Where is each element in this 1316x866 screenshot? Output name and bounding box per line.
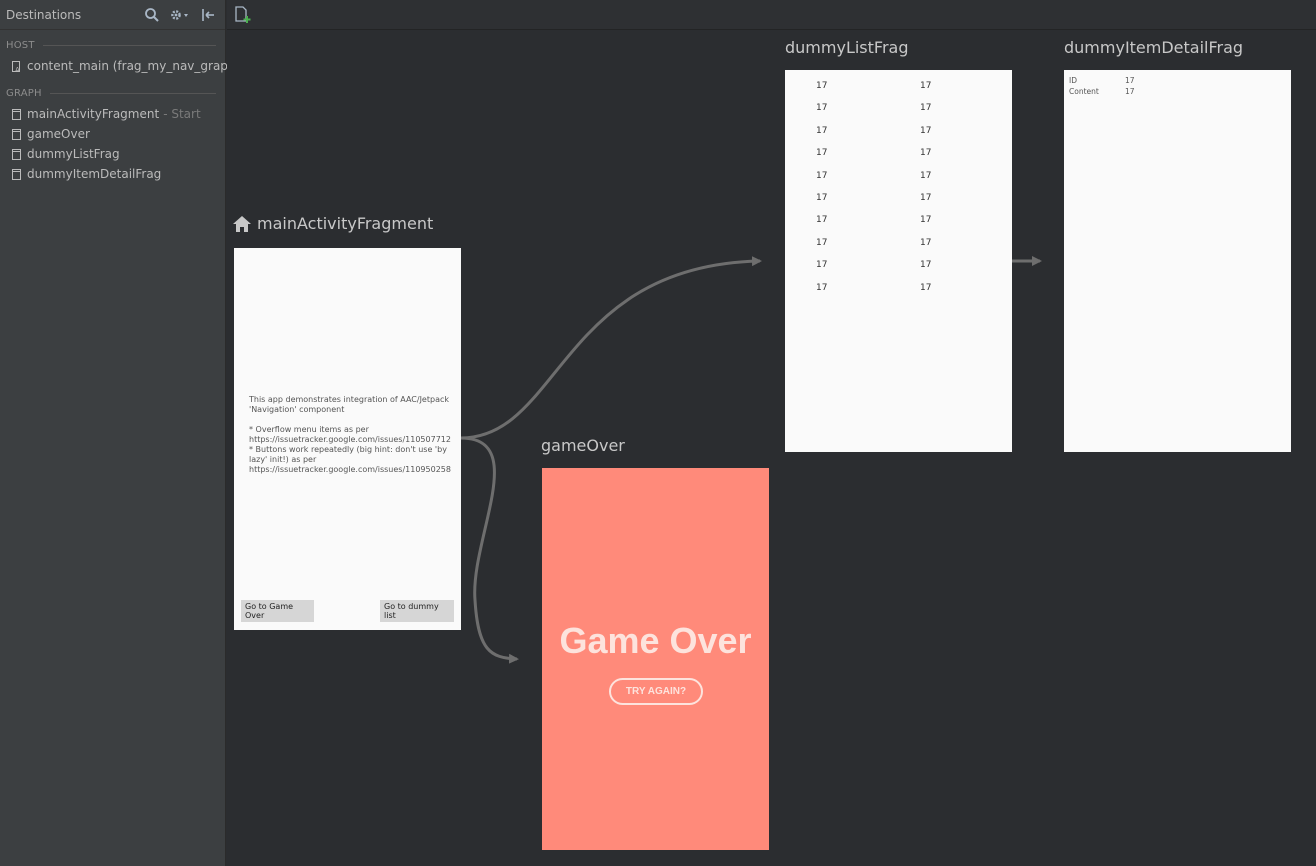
host-item[interactable]: A content_main (frag_my_nav_graph) [0,56,240,76]
list-item-content: 17 [920,260,932,271]
list-item-id: 17 [816,193,828,203]
search-icon[interactable] [143,6,161,24]
section-divider [49,92,216,94]
sidebar-item-dummyitemdetailfrag[interactable]: dummyItemDetailFrag [0,164,225,184]
list-item-id: 17 [816,282,828,293]
destination-title-label: dummyListFrag [785,38,909,57]
list-item-id: 17 [816,125,828,136]
sidebar-item-gameover[interactable]: gameOver [0,124,225,144]
list-item-content: 17 [920,215,932,226]
intro-text: This app demonstrates integration of AAC… [249,395,451,474]
list-item-content: 17 [920,237,932,248]
list-item[interactable]: 17 17 [785,137,1012,159]
fragment-icon [12,108,21,120]
host-section: HOST [0,38,225,52]
sidebar-item-dummylistfrag[interactable]: dummyListFrag [0,144,225,164]
list-item-content: 17 [920,148,932,159]
sidebar-item-label: gameOver [27,127,90,141]
list-item-content: 17 [920,193,932,203]
list-item[interactable]: 17 17 [785,182,1012,204]
list-item[interactable]: 17 17 [785,70,1012,92]
list-item[interactable]: 17 17 [785,204,1012,226]
list-item-content: 17 [920,282,932,293]
go-to-game-over-button[interactable]: Go to Game Over [241,600,314,622]
layout-icon: A [12,60,21,74]
graph-section-label: GRAPH [6,87,42,99]
list-item-content: 17 [920,125,932,136]
home-icon [232,215,252,233]
destinations-header: Destinations [0,0,225,30]
host-item-label: content_main (frag_my_nav_graph) [27,59,241,73]
sidebar-item-mainactivityfragment[interactable]: mainActivityFragment - Start [0,104,225,124]
new-destination-icon[interactable] [234,6,252,24]
detail-id-value: 17 [1125,76,1135,85]
sidebar-item-label: dummyItemDetailFrag [27,167,162,181]
svg-text:A: A [15,66,20,73]
gear-icon[interactable] [169,6,191,24]
section-divider [42,44,216,46]
list-item[interactable]: 17 17 [785,272,1012,294]
detail-content-value: 17 [1125,87,1135,96]
destination-preview-list[interactable]: 17 17 17 17 17 17 17 17 17 17 17 17 17 17 17 17 17 17 17 17 [785,70,1012,452]
list-item-content: 17 [920,81,932,91]
list-item[interactable]: 17 17 [785,115,1012,137]
fragment-icon [12,148,21,160]
destination-title-list[interactable]: dummyListFrag [785,38,908,57]
destination-title-label: gameOver [541,436,625,455]
list-item[interactable]: 17 17 [785,227,1012,249]
list-item-id: 17 [816,215,828,226]
detail-content-label: Content [1069,87,1099,96]
panel-title: Destinations [6,7,82,22]
panel-toolbar [143,6,217,24]
destination-title-label: mainActivityFragment [257,214,434,233]
list-item-id: 17 [816,237,828,248]
start-tag: - Start [163,107,201,121]
list-item-content: 17 [920,103,932,114]
list-item[interactable]: 17 17 [785,160,1012,182]
canvas-toolbar [227,0,1316,30]
collapse-panel-icon[interactable] [199,6,217,24]
destination-title-main[interactable]: mainActivityFragment [232,214,433,233]
list-item-id: 17 [816,170,828,181]
go-to-dummy-list-button[interactable]: Go to dummy list [380,600,454,622]
destination-preview-gameover[interactable]: Game Over TRY AGAIN? [542,468,769,850]
sidebar-item-label: mainActivityFragment [27,107,160,121]
destination-preview-main[interactable]: This app demonstrates integration of AAC… [234,248,461,630]
destination-title-label: dummyItemDetailFrag [1064,38,1244,57]
game-over-heading: Game Over [559,620,752,661]
list-item-id: 17 [816,260,828,271]
list-item-id: 17 [816,103,828,114]
host-section-label: HOST [6,39,35,51]
sidebar-item-label: dummyListFrag [27,147,120,161]
destination-title-detail[interactable]: dummyItemDetailFrag [1064,38,1243,57]
destination-preview-detail[interactable]: ID 17 Content 17 [1064,70,1291,452]
destinations-panel: Destinations HOST A content_main (frag_m… [0,0,240,866]
list-item[interactable]: 17 17 [785,249,1012,271]
graph-section: GRAPH [0,86,225,100]
destination-title-gameover[interactable]: gameOver [541,436,625,455]
list-item-id: 17 [816,81,828,91]
detail-id-label: ID [1069,76,1077,85]
list-item-content: 17 [920,170,932,181]
fragment-icon [12,168,21,180]
fragment-icon [12,128,21,140]
list-item-id: 17 [816,148,828,159]
try-again-button[interactable]: TRY AGAIN? [609,678,703,705]
list-item[interactable]: 17 17 [785,92,1012,114]
